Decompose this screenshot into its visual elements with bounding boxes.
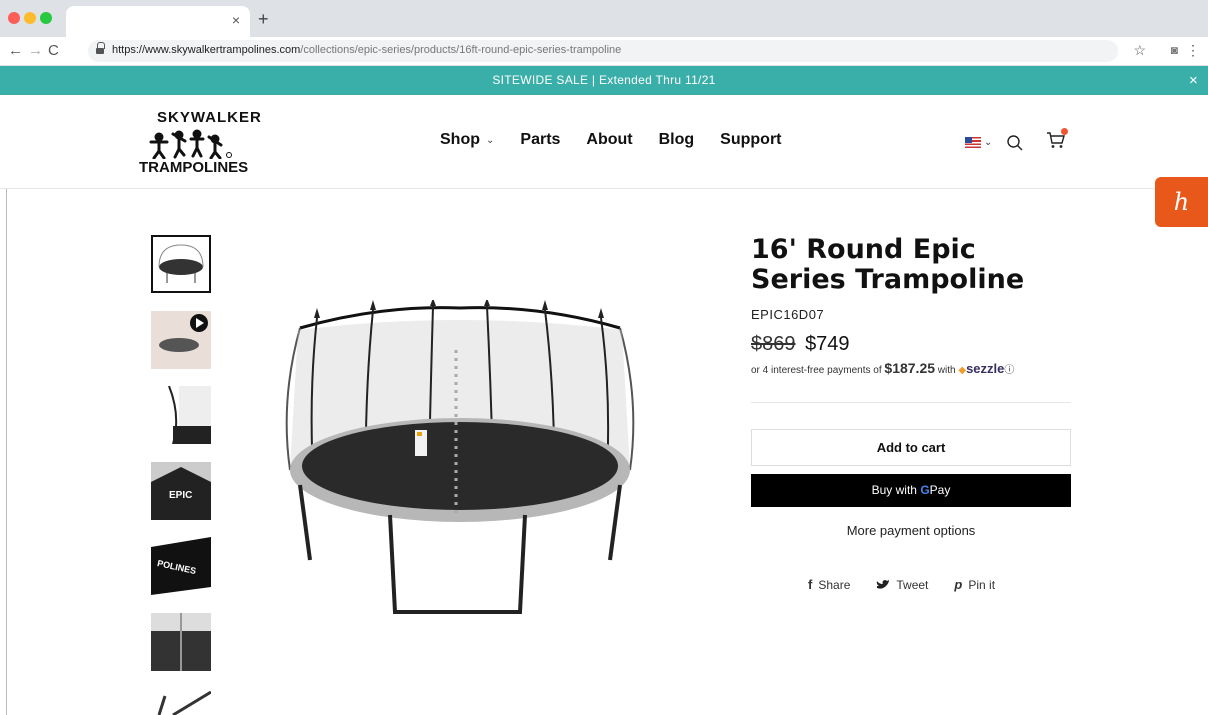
net-detail-thumbnail-image bbox=[151, 386, 211, 444]
main-product-image[interactable] bbox=[270, 300, 650, 620]
nav-label-blog: Blog bbox=[658, 131, 695, 148]
product-thumbnail-2[interactable] bbox=[151, 311, 211, 369]
new-tab-button[interactable]: + bbox=[258, 9, 269, 30]
honey-letter: h bbox=[1173, 188, 1190, 216]
nav-label-parts: Parts bbox=[520, 131, 561, 148]
search-icon[interactable] bbox=[1006, 134, 1024, 152]
address-bar[interactable]: https://www.skywalkertrampolines.com/col… bbox=[88, 40, 1118, 62]
currency-selector[interactable]: ⌄ bbox=[965, 137, 992, 148]
sezzle-brand: sezzle bbox=[966, 361, 1005, 376]
share-pinterest-button[interactable]: p Pin it bbox=[954, 577, 995, 592]
share-facebook-label: Share bbox=[818, 577, 851, 592]
sezzle-installments[interactable]: or 4 interest-free payments of $187.25 w… bbox=[751, 360, 1014, 376]
google-g-icon: G bbox=[920, 483, 930, 497]
product-sku: EPIC16D07 bbox=[751, 307, 825, 322]
original-price: $869 bbox=[751, 333, 796, 355]
logo-top-text: SKYWALKER bbox=[157, 109, 262, 126]
more-payment-options-link[interactable]: More payment options bbox=[751, 523, 1071, 538]
share-pinterest-label: Pin it bbox=[968, 577, 996, 592]
product-thumbnail-7[interactable] bbox=[151, 688, 211, 715]
chevron-down-icon: ⌄ bbox=[984, 137, 993, 148]
forward-arrow-icon[interactable]: → bbox=[28, 42, 43, 59]
google-pay-button[interactable]: Buy with GPay bbox=[751, 474, 1071, 507]
product-title: 16' Round Epic Series Trampoline bbox=[751, 234, 1025, 295]
sale-price: $749 bbox=[805, 333, 850, 355]
window-close-button[interactable] bbox=[8, 12, 20, 24]
camera-icon[interactable]: ◙ bbox=[1171, 43, 1178, 57]
header-icons: ⌄ bbox=[965, 128, 1069, 154]
browser-menu-icon[interactable]: ⋮ bbox=[1186, 42, 1200, 59]
announcement-close-icon[interactable]: × bbox=[1189, 66, 1198, 95]
browser-tab-bar: × + bbox=[0, 0, 1208, 37]
sezzle-logo-icon: ◆ bbox=[958, 365, 967, 376]
nav-item-blog[interactable]: Blog bbox=[659, 131, 695, 149]
announcement-text[interactable]: SITEWIDE SALE | Extended Thru 11/21 bbox=[492, 73, 715, 87]
product-thumbnail-5[interactable]: POLINES bbox=[151, 537, 211, 595]
info-icon[interactable]: ⓘ bbox=[1004, 365, 1014, 376]
main-nav: Shop ⌄ Parts About Blog Support bbox=[440, 131, 782, 149]
gpay-prefix: Buy with bbox=[871, 483, 917, 497]
reload-icon[interactable]: C bbox=[48, 42, 59, 59]
product-thumbnail-6[interactable] bbox=[151, 613, 211, 671]
nav-label-about: About bbox=[586, 131, 633, 148]
nav-item-parts[interactable]: Parts bbox=[520, 131, 560, 149]
installments-with: with bbox=[937, 365, 956, 376]
installments-prefix: or 4 interest-free payments of bbox=[751, 365, 882, 376]
url-host: https://www.skywalkertrampolines.com bbox=[112, 44, 301, 56]
add-to-cart-button[interactable]: Add to cart bbox=[751, 429, 1071, 466]
epic-pad-thumbnail-image: EPIC bbox=[151, 462, 211, 520]
page-edge-divider bbox=[6, 189, 7, 715]
share-twitter-button[interactable]: Tweet bbox=[876, 577, 928, 592]
lock-icon bbox=[96, 42, 105, 55]
product-thumbnail-1[interactable] bbox=[151, 235, 211, 293]
us-flag-icon bbox=[965, 137, 981, 148]
url-path: /collections/epic-series/products/16ft-r… bbox=[300, 44, 622, 56]
site-logo[interactable]: SKYWALKER TRAMPOLINES bbox=[137, 105, 267, 176]
social-share: f Share Tweet p Pin it bbox=[808, 577, 995, 592]
price-block: $869 $749 bbox=[751, 333, 850, 356]
logo-bottom-text: TRAMPOLINES bbox=[139, 159, 249, 176]
facebook-icon: f bbox=[808, 577, 813, 592]
frame-thumbnail-image bbox=[151, 688, 211, 715]
browser-toolbar: ← → C https://www.skywalkertrampolines.c… bbox=[0, 37, 1208, 66]
nav-item-support[interactable]: Support bbox=[720, 131, 781, 149]
logo-pad-thumbnail-image: POLINES bbox=[151, 537, 211, 595]
price-divider bbox=[751, 402, 1071, 403]
share-twitter-label: Tweet bbox=[896, 577, 929, 592]
product-thumbnail-4[interactable]: EPIC bbox=[151, 462, 211, 520]
nav-item-about[interactable]: About bbox=[586, 131, 632, 149]
logo-figures-icon bbox=[149, 129, 232, 159]
browser-tab[interactable]: × bbox=[66, 6, 250, 37]
installment-amount: $187.25 bbox=[884, 360, 936, 376]
bookmark-star-icon[interactable]: ☆ bbox=[1133, 42, 1146, 59]
tab-close-icon[interactable]: × bbox=[232, 12, 240, 28]
url-text: https://www.skywalkertrampolines.com/col… bbox=[112, 44, 621, 56]
site-header: SKYWALKER TRAMPOLINES Shop ⌄ Parts About … bbox=[0, 95, 1208, 189]
svg-text:EPIC: EPIC bbox=[169, 490, 192, 501]
cart-badge bbox=[1061, 128, 1069, 135]
window-zoom-button[interactable] bbox=[40, 12, 52, 24]
back-arrow-icon[interactable]: ← bbox=[8, 42, 23, 59]
announcement-bar: SITEWIDE SALE | Extended Thru 11/21 × bbox=[0, 66, 1208, 95]
nav-item-shop[interactable]: Shop ⌄ bbox=[440, 131, 494, 149]
product-thumbnail-3[interactable] bbox=[151, 386, 211, 444]
trampoline-thumbnail-image bbox=[153, 237, 209, 291]
window-minimize-button[interactable] bbox=[24, 12, 36, 24]
pinterest-icon: p bbox=[954, 577, 963, 592]
video-thumbnail-image bbox=[151, 311, 211, 369]
twitter-icon bbox=[877, 579, 890, 589]
honey-extension-button[interactable]: h bbox=[1155, 177, 1208, 227]
share-facebook-button[interactable]: f Share bbox=[808, 577, 850, 592]
nav-label-support: Support bbox=[720, 131, 782, 148]
nav-label-shop: Shop bbox=[440, 131, 480, 148]
gpay-suffix: Pay bbox=[929, 483, 951, 497]
cart-link[interactable] bbox=[1046, 128, 1069, 154]
chevron-down-icon: ⌄ bbox=[486, 134, 495, 146]
mat-thumbnail-image bbox=[151, 613, 211, 671]
